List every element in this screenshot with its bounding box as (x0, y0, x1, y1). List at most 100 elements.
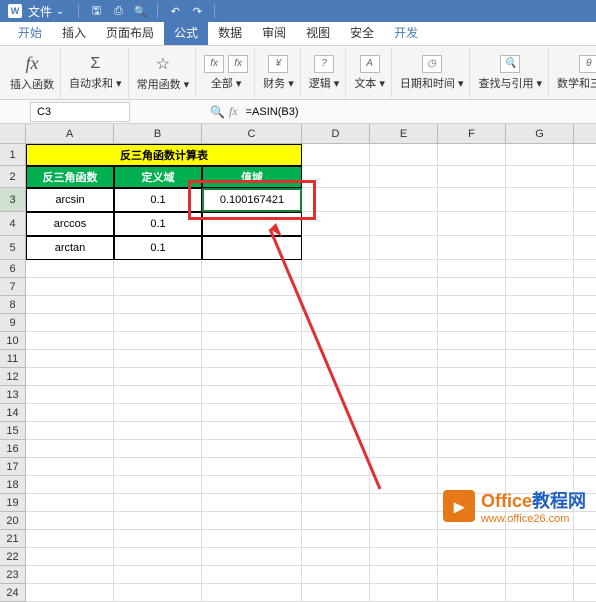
cell-A4[interactable]: arccos (26, 212, 114, 236)
cell-D24[interactable] (302, 584, 370, 602)
row-header-24[interactable]: 24 (0, 584, 26, 602)
cell-F2[interactable] (438, 166, 506, 188)
cell-F11[interactable] (438, 350, 506, 368)
cell-E16[interactable] (370, 440, 438, 458)
row-header-4[interactable]: 4 (0, 212, 26, 236)
formula-input[interactable] (242, 106, 442, 118)
cell-A6[interactable] (26, 260, 114, 278)
cell-A8[interactable] (26, 296, 114, 314)
cell-G17[interactable] (506, 458, 574, 476)
cell-G21[interactable] (506, 530, 574, 548)
cell-H22[interactable] (574, 548, 596, 566)
cell-G13[interactable] (506, 386, 574, 404)
cell-F1[interactable] (438, 144, 506, 166)
row-header-5[interactable]: 5 (0, 236, 26, 260)
cell-D4[interactable] (302, 212, 370, 236)
cell-D12[interactable] (302, 368, 370, 386)
cell-G22[interactable] (506, 548, 574, 566)
cell-H9[interactable] (574, 314, 596, 332)
cell-C18[interactable] (202, 476, 302, 494)
cell-F6[interactable] (438, 260, 506, 278)
cell-H21[interactable] (574, 530, 596, 548)
cell-G9[interactable] (506, 314, 574, 332)
cell-B12[interactable] (114, 368, 202, 386)
print-icon[interactable]: ⎙ (110, 3, 126, 19)
cell-F8[interactable] (438, 296, 506, 314)
cell-D1[interactable] (302, 144, 370, 166)
cell-A18[interactable] (26, 476, 114, 494)
cell-C12[interactable] (202, 368, 302, 386)
row-header-11[interactable]: 11 (0, 350, 26, 368)
cell-F17[interactable] (438, 458, 506, 476)
row-header-2[interactable]: 2 (0, 166, 26, 188)
cell-F13[interactable] (438, 386, 506, 404)
cell-G14[interactable] (506, 404, 574, 422)
cell-B4[interactable]: 0.1 (114, 212, 202, 236)
cell-G11[interactable] (506, 350, 574, 368)
cell-C14[interactable] (202, 404, 302, 422)
cell-E20[interactable] (370, 512, 438, 530)
cell-D19[interactable] (302, 494, 370, 512)
cell-F21[interactable] (438, 530, 506, 548)
finance-button[interactable]: ¥ 财务 ▾ (257, 48, 301, 98)
cell-B23[interactable] (114, 566, 202, 584)
row-header-7[interactable]: 7 (0, 278, 26, 296)
cell-E8[interactable] (370, 296, 438, 314)
cell-G2[interactable] (506, 166, 574, 188)
row-header-19[interactable]: 19 (0, 494, 26, 512)
cell-C7[interactable] (202, 278, 302, 296)
cell-B21[interactable] (114, 530, 202, 548)
cell-D7[interactable] (302, 278, 370, 296)
cell-G3[interactable] (506, 188, 574, 212)
cell-H13[interactable] (574, 386, 596, 404)
cell-E11[interactable] (370, 350, 438, 368)
col-header-H[interactable]: H (574, 124, 596, 144)
tab-1[interactable]: 插入 (52, 20, 96, 45)
cell-A10[interactable] (26, 332, 114, 350)
cell-A1[interactable]: 反三角函数计算表 (26, 144, 302, 166)
cell-G5[interactable] (506, 236, 574, 260)
cell-H10[interactable] (574, 332, 596, 350)
col-header-G[interactable]: G (506, 124, 574, 144)
cell-C9[interactable] (202, 314, 302, 332)
cell-G10[interactable] (506, 332, 574, 350)
cell-D16[interactable] (302, 440, 370, 458)
cell-G23[interactable] (506, 566, 574, 584)
cell-B6[interactable] (114, 260, 202, 278)
cell-E5[interactable] (370, 236, 438, 260)
lookup-button[interactable]: 🔍 查找与引用 ▾ (472, 48, 549, 98)
cell-E14[interactable] (370, 404, 438, 422)
cell-D2[interactable] (302, 166, 370, 188)
cell-G16[interactable] (506, 440, 574, 458)
cell-H1[interactable] (574, 144, 596, 166)
cell-H11[interactable] (574, 350, 596, 368)
fx-icon[interactable]: fx (229, 104, 238, 119)
cell-B13[interactable] (114, 386, 202, 404)
cell-E18[interactable] (370, 476, 438, 494)
cell-H2[interactable] (574, 166, 596, 188)
cells-area[interactable]: 反三角函数计算表反三角函数定义域值域arcsin0.10.100167421ar… (26, 144, 596, 602)
insert-function-button[interactable]: fx 插入函数 (4, 48, 61, 98)
cell-G7[interactable] (506, 278, 574, 296)
chevron-down-icon[interactable]: ⌄ (56, 6, 64, 17)
cell-E3[interactable] (370, 188, 438, 212)
cell-D9[interactable] (302, 314, 370, 332)
cell-H16[interactable] (574, 440, 596, 458)
row-header-9[interactable]: 9 (0, 314, 26, 332)
cell-H23[interactable] (574, 566, 596, 584)
cell-F15[interactable] (438, 422, 506, 440)
cell-D13[interactable] (302, 386, 370, 404)
tab-8[interactable]: 开发 (384, 20, 428, 45)
cell-H17[interactable] (574, 458, 596, 476)
cell-D14[interactable] (302, 404, 370, 422)
cell-A7[interactable] (26, 278, 114, 296)
cell-C21[interactable] (202, 530, 302, 548)
tab-0[interactable]: 开始 (8, 20, 52, 45)
cell-E24[interactable] (370, 584, 438, 602)
cell-H14[interactable] (574, 404, 596, 422)
cell-B9[interactable] (114, 314, 202, 332)
cell-F10[interactable] (438, 332, 506, 350)
cell-E1[interactable] (370, 144, 438, 166)
cell-F22[interactable] (438, 548, 506, 566)
logic-button[interactable]: ? 逻辑 ▾ (303, 48, 347, 98)
